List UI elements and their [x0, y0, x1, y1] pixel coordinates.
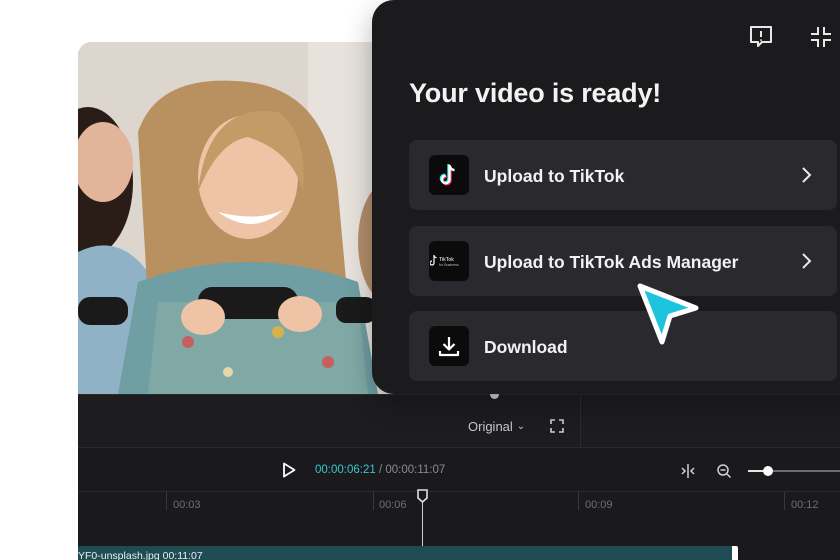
tiktok-logo-icon — [429, 155, 469, 195]
preview-control-bar: Original ⌄ — [78, 390, 840, 449]
tick-label: 00:03 — [173, 499, 201, 511]
upload-tiktok-button[interactable]: Upload to TikTok — [409, 140, 837, 210]
logo-subtext: for Business — [439, 263, 459, 267]
tick-label: 00:06 — [379, 499, 407, 511]
clip-trim-handle[interactable] — [732, 546, 738, 560]
panel-title: Your video is ready! — [409, 78, 662, 108]
playhead-handle[interactable] — [417, 489, 428, 503]
current-time: 00:00:06:21 — [315, 464, 376, 476]
tick-mark — [578, 492, 579, 510]
chevron-right-icon — [802, 167, 812, 183]
split-icon[interactable] — [680, 463, 696, 479]
chevron-right-icon — [802, 253, 812, 269]
download-icon — [429, 326, 469, 366]
play-icon[interactable] — [282, 462, 296, 478]
collapse-icon[interactable] — [808, 24, 834, 50]
feedback-icon[interactable] — [748, 24, 774, 50]
tiktok-for-business-logo-icon: TikTok for Business — [429, 241, 469, 281]
total-time: 00:00:11:07 — [385, 464, 446, 476]
tick-mark — [166, 492, 167, 510]
pointer-cursor-icon — [637, 283, 699, 345]
time-separator: / — [375, 464, 386, 476]
zoom-out-icon[interactable] — [716, 463, 732, 479]
aspect-ratio-dropdown[interactable]: Original ⌄ — [468, 419, 525, 434]
playback-time: 00:00:06:21 / 00:00:11:07 — [315, 464, 445, 476]
timeline-ruler[interactable]: 00:03 00:06 00:09 00:12 — [78, 489, 840, 560]
download-button[interactable]: Download — [409, 311, 837, 381]
option-label: Download — [484, 337, 568, 357]
upload-tiktok-ads-manager-button[interactable]: TikTok for Business Upload to TikTok Ads… — [409, 226, 837, 296]
timeline-clip[interactable]: YF0-unsplash.jpg 00:11:07 — [78, 546, 736, 560]
app-stage: Original ⌄ 00:00:06:21 / 00:00:11:07 00:… — [0, 0, 840, 560]
chevron-down-icon: ⌄ — [516, 421, 526, 432]
fullscreen-icon[interactable] — [550, 419, 564, 433]
tick-mark — [373, 492, 374, 510]
export-panel: Your video is ready! Upload to TikTok Ti… — [372, 0, 840, 394]
option-label: Upload to TikTok Ads Manager — [484, 252, 739, 272]
tick-label: 00:09 — [585, 499, 613, 511]
aspect-ratio-label: Original — [468, 419, 513, 434]
option-label: Upload to TikTok — [484, 166, 625, 186]
video-preview-image — [78, 42, 398, 394]
tick-label: 00:12 — [791, 499, 819, 511]
divider — [580, 395, 581, 449]
clip-label: YF0-unsplash.jpg 00:11:07 — [78, 550, 203, 560]
transport-bar: 00:00:06:21 / 00:00:11:07 — [78, 448, 840, 492]
zoom-slider-handle[interactable] — [763, 466, 773, 476]
tick-mark — [784, 492, 785, 510]
